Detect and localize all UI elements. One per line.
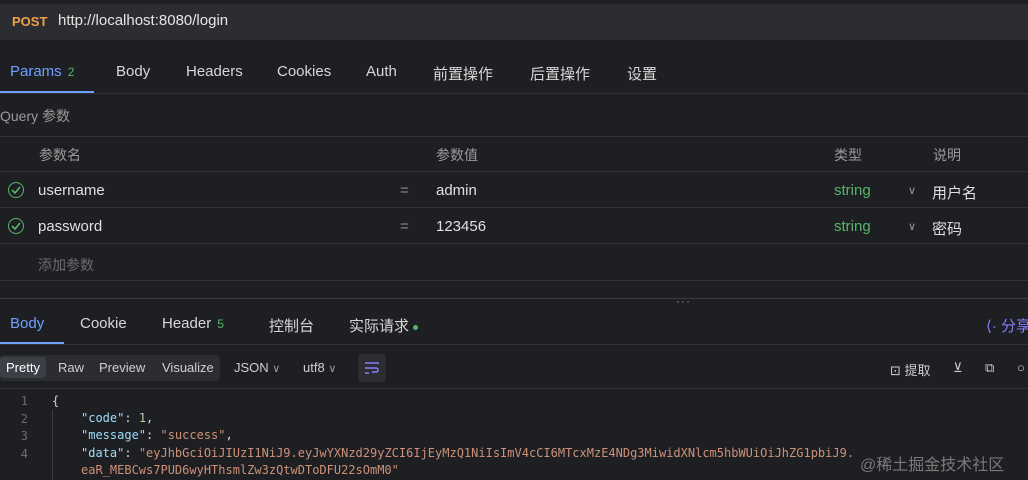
save-icon[interactable]: ⊻ — [953, 360, 963, 376]
tab-post-ops[interactable]: 后置操作 — [530, 63, 590, 84]
wrap-lines-button[interactable] — [358, 354, 386, 382]
share-button[interactable]: ⟨· 分享 — [986, 315, 1028, 336]
line-number: 1 — [20, 394, 28, 408]
enabled-checkbox-icon[interactable] — [8, 218, 24, 234]
resp-tab-body[interactable]: Body — [10, 315, 44, 332]
enabled-checkbox-icon[interactable] — [8, 182, 24, 198]
watermark: @稀土掘金技术社区 — [860, 457, 1005, 474]
query-params-label: Query 参数 — [0, 108, 71, 124]
view-pretty[interactable]: Pretty — [0, 357, 46, 378]
http-method[interactable]: POST — [12, 14, 47, 29]
tab-auth[interactable]: Auth — [366, 63, 397, 80]
col-header-name: 参数名 — [39, 147, 81, 163]
param-name[interactable]: password — [38, 218, 102, 235]
tab-settings[interactable]: 设置 — [627, 63, 657, 84]
line-number: 4 — [20, 447, 28, 461]
view-raw[interactable]: Raw — [58, 360, 84, 375]
params-count-badge: 2 — [67, 65, 75, 79]
divider — [0, 243, 1028, 244]
col-header-value: 参数值 — [436, 147, 478, 163]
code-open-brace: { — [52, 394, 60, 408]
divider — [0, 171, 1028, 172]
tab-body[interactable]: Body — [116, 63, 150, 80]
equals-sign: = — [400, 218, 409, 235]
equals-sign: = — [400, 182, 409, 199]
wrap-lines-icon — [365, 362, 379, 374]
resp-tab-actual-request[interactable]: 实际请求 — [349, 315, 419, 336]
share-icon: ⟨· — [986, 318, 997, 335]
param-type-select[interactable]: string — [834, 218, 871, 235]
format-select[interactable]: JSON ∨ — [234, 360, 280, 375]
code-line-data: "data": "eyJhbGciOiJIUzI1NiJ9.eyJwYXNzd2… — [81, 446, 855, 460]
param-type-select[interactable]: string — [834, 182, 871, 199]
divider — [0, 388, 1028, 389]
tab-pre-ops[interactable]: 前置操作 — [433, 63, 493, 84]
divider — [0, 344, 1028, 345]
divider — [0, 207, 1028, 208]
line-number: 3 — [20, 429, 28, 443]
status-dot-icon — [413, 324, 419, 330]
divider — [0, 93, 1028, 94]
param-value[interactable]: admin — [436, 182, 477, 199]
resize-handle-icon[interactable]: ··· — [676, 294, 691, 308]
tab-headers[interactable]: Headers — [186, 63, 243, 80]
chevron-down-icon: ∨ — [272, 363, 281, 375]
code-line-code: "code": 1, — [81, 411, 154, 425]
col-header-type: 类型 — [834, 147, 862, 163]
chevron-down-icon[interactable]: ∨ — [908, 220, 916, 233]
line-number: 2 — [20, 412, 28, 426]
extract-icon: ⊡ — [890, 363, 901, 378]
view-visualize[interactable]: Visualize — [162, 360, 214, 375]
param-value[interactable]: 123456 — [436, 218, 486, 235]
resp-tab-cookie[interactable]: Cookie — [80, 315, 127, 332]
chevron-down-icon: ∨ — [328, 363, 337, 375]
param-name[interactable]: username — [38, 182, 105, 199]
extract-button[interactable]: ⊡ 提取 — [890, 360, 931, 379]
chevron-down-icon[interactable]: ∨ — [908, 184, 916, 197]
add-param-input[interactable]: 添加参数 — [38, 255, 94, 275]
param-desc[interactable]: 密码 — [932, 218, 962, 239]
panel-splitter[interactable] — [0, 298, 1028, 299]
view-preview[interactable]: Preview — [99, 360, 145, 375]
code-line-message: "message": "success", — [81, 428, 233, 442]
url-input[interactable]: http://localhost:8080/login — [58, 12, 228, 29]
col-header-desc: 说明 — [933, 147, 961, 163]
divider — [0, 280, 1028, 281]
copy-icon[interactable]: ⧉ — [985, 360, 994, 376]
tab-params[interactable]: Params 2 — [10, 63, 74, 80]
indent-guide — [52, 410, 53, 480]
encoding-select[interactable]: utf8 ∨ — [303, 360, 336, 375]
request-tabs: Params 2 Body Headers Cookies Auth 前置操作 后… — [0, 52, 1028, 94]
param-desc[interactable]: 用户名 — [932, 182, 977, 203]
code-line-data-cont: eaR_MEBCws7PUD6wyHThsmlZw3zQtwDToDFU22sO… — [81, 463, 399, 477]
resp-tab-header[interactable]: Header 5 — [162, 315, 224, 332]
resp-tab-console[interactable]: 控制台 — [269, 315, 314, 336]
divider — [0, 136, 1028, 137]
header-count-badge: 5 — [217, 317, 224, 331]
search-icon[interactable]: ○ — [1017, 360, 1025, 375]
url-bar: POST http://localhost:8080/login — [0, 0, 1028, 44]
tab-cookies[interactable]: Cookies — [277, 63, 331, 80]
